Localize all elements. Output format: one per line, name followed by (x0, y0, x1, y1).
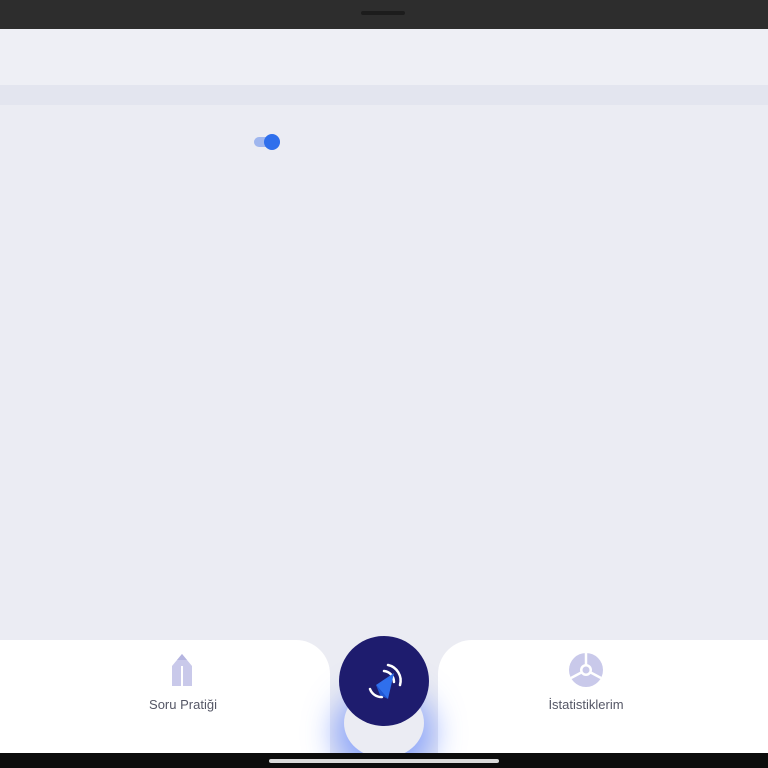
tab-istatistiklerim[interactable]: İstatistiklerim (438, 640, 768, 753)
top-panel (0, 29, 768, 85)
tab-label-soru-pratigi: Soru Pratiği (149, 697, 217, 712)
home-indicator[interactable] (269, 759, 499, 763)
rocket-icon (368, 663, 402, 699)
status-bar (0, 0, 768, 29)
tab-soru-pratigi[interactable]: Soru Pratiği (0, 640, 330, 753)
header-divider (0, 85, 768, 105)
tab-label-istatistiklerim: İstatistiklerim (548, 697, 624, 712)
settings-toggle[interactable] (254, 134, 282, 150)
toggle-knob (264, 134, 280, 150)
pencil-icon (172, 654, 192, 686)
pie-chart-icon (569, 653, 603, 687)
system-navigation-bar (0, 753, 768, 768)
status-notch (361, 11, 405, 15)
content-area (0, 105, 768, 640)
center-action-button[interactable] (339, 636, 429, 726)
